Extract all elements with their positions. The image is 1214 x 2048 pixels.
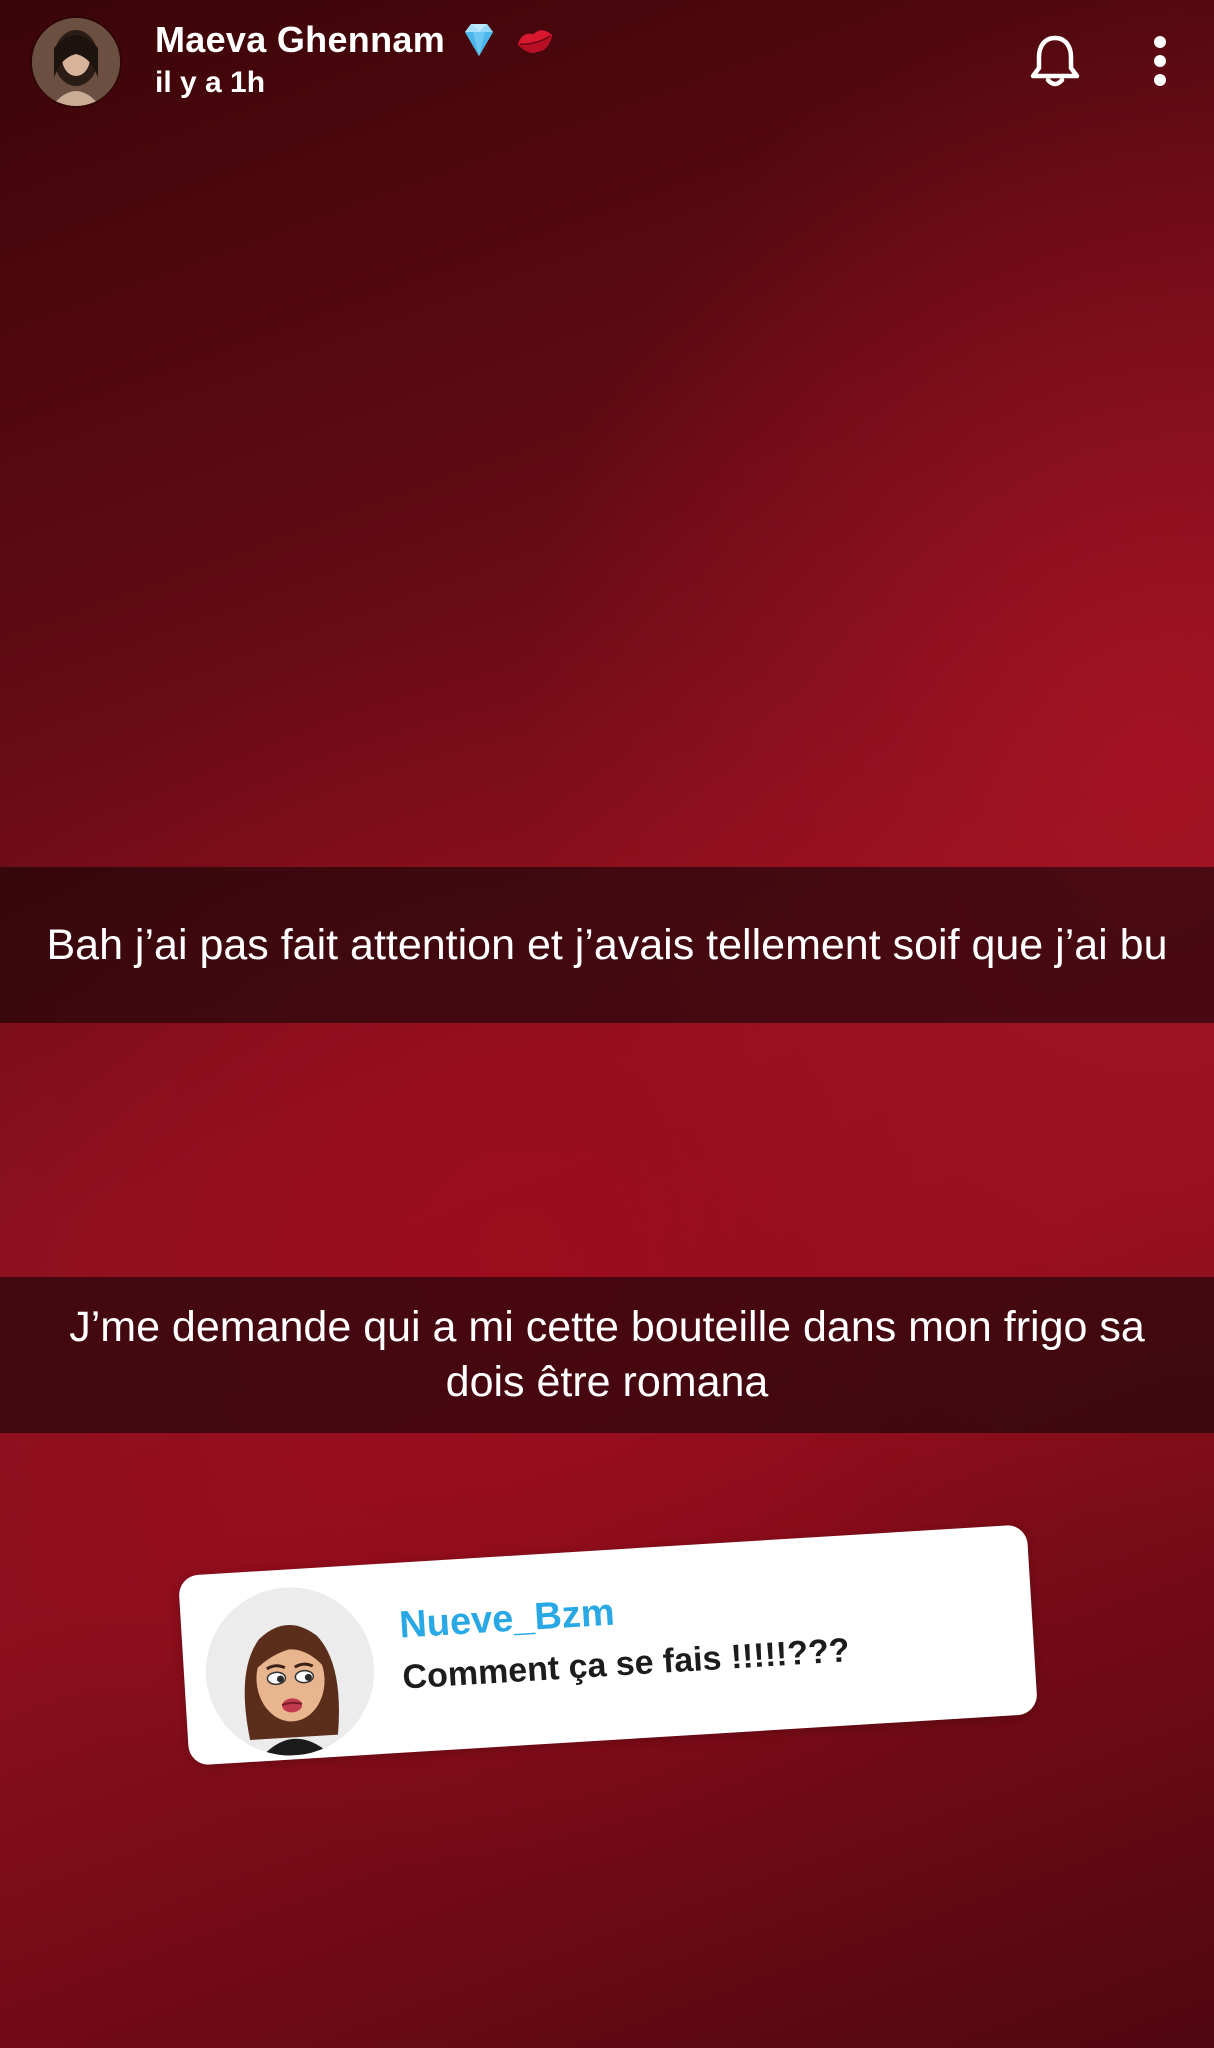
story-header: Maeva Ghennam il y a 1h [0,0,1214,130]
reply-username: Nueve_Bzm [398,1591,616,1647]
kiss-lips-icon [513,18,557,62]
caption-text: J’me demande qui a mi cette bouteille da… [69,1303,1145,1406]
user-name[interactable]: Maeva Ghennam [155,19,445,61]
timestamp: il y a 1h [155,66,266,99]
reply-sticker[interactable]: Nueve_Bzm Comment ça se fais !!!!!??? [177,1524,1039,1766]
diamond-icon [457,18,501,62]
caption-bar: Bah j’ai pas fait attention et j’avais t… [0,867,1214,1023]
user-name-row: Maeva Ghennam [155,18,557,62]
avatar-image [32,18,120,106]
avatar[interactable] [32,18,120,106]
caption-bar: J’me demande qui a mi cette bouteille da… [0,1277,1214,1433]
bitmoji-avatar [201,1582,379,1761]
bell-icon[interactable] [1024,30,1086,92]
more-options-icon[interactable] [1140,30,1180,92]
caption-text: Bah j’ai pas fait attention et j’avais t… [46,920,1168,969]
